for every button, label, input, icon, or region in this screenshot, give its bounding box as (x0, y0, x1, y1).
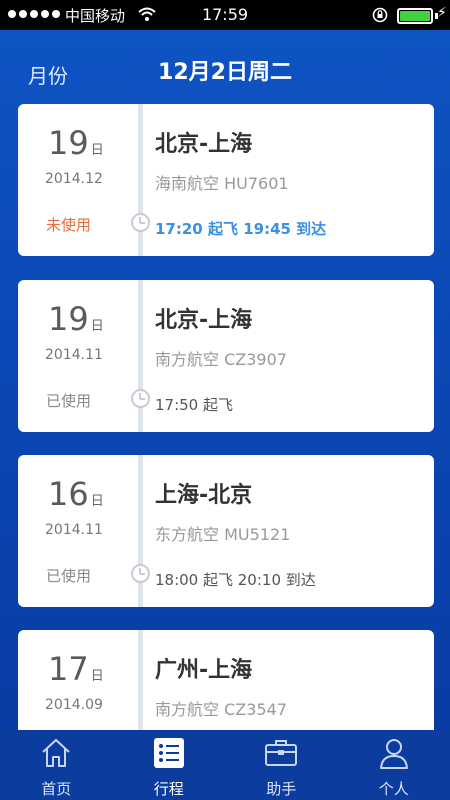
briefcase-icon (263, 735, 299, 771)
trip-year-month: 2014.11 (45, 522, 103, 538)
trip-day: 19 日 (48, 124, 104, 162)
trip-flight: 东方航空 MU5121 (155, 525, 291, 544)
home-icon (38, 735, 74, 771)
timeline-line (138, 455, 143, 607)
itinerary-icon (151, 735, 187, 771)
trip-card[interactable]: 19 日 2014.12 未使用 北京-上海 海南航空 HU7601 17:20 … (18, 104, 434, 256)
trip-flight: 海南航空 HU7601 (155, 174, 289, 193)
trip-day: 19 日 (48, 300, 104, 338)
trip-day: 16 日 (48, 475, 104, 513)
charging-icon: ⚡ (437, 5, 447, 21)
trip-route: 上海-北京 (155, 483, 253, 508)
trip-flight: 南方航空 CZ3547 (155, 700, 287, 719)
user-icon (376, 735, 412, 771)
trip-times: 17:50 起飞 (155, 396, 233, 414)
clock-icon (131, 389, 150, 408)
tab-profile-label: 个人 (378, 780, 409, 798)
rotation-lock-icon (372, 7, 388, 27)
tab-assistant[interactable]: 助手 (225, 730, 338, 800)
trip-list[interactable]: 19 日 2014.12 未使用 北京-上海 海南航空 HU7601 17:20 … (0, 104, 450, 730)
trip-status: 未使用 (46, 216, 92, 234)
trip-card[interactable]: 19 日 2014.11 已使用 北京-上海 南方航空 CZ3907 17:50 … (18, 280, 434, 432)
trip-times: 17:20 起飞 19:45 到达 (155, 220, 327, 238)
tab-home[interactable]: 首页 (0, 730, 113, 800)
trip-route: 北京-上海 (155, 308, 253, 333)
trip-year-month: 2014.09 (45, 697, 103, 713)
tab-itinerary-label: 行程 (153, 780, 184, 798)
trip-year-month: 2014.11 (45, 347, 103, 363)
tab-assistant-label: 助手 (266, 780, 297, 798)
timeline-line (138, 630, 143, 730)
nav-bar: 月份 12月2日周二 (0, 30, 450, 104)
trip-status: 已使用 (46, 567, 92, 585)
tab-itinerary[interactable]: 行程 (113, 730, 226, 800)
trip-route: 北京-上海 (155, 132, 253, 157)
trip-year-month: 2014.12 (45, 171, 103, 187)
tab-profile[interactable]: 个人 (338, 730, 450, 800)
status-bar: 中国移动 17:59 ⚡ (0, 0, 450, 30)
trip-times: 18:00 起飞 20:10 到达 (155, 571, 316, 589)
page-title: 12月2日周二 (158, 60, 292, 85)
trip-card[interactable]: 17 日 2014.09 广州-上海 南方航空 CZ3547 (18, 630, 434, 730)
trip-route: 广州-上海 (155, 658, 253, 683)
timeline-line (138, 104, 143, 256)
tab-bar: 首页 行程 助手 个人 (0, 730, 450, 800)
clock-icon (131, 564, 150, 583)
battery-icon (397, 8, 433, 24)
trip-status: 已使用 (46, 392, 92, 410)
timeline-line (138, 280, 143, 432)
clock-icon (131, 213, 150, 232)
trip-flight: 南方航空 CZ3907 (155, 350, 287, 369)
trip-card[interactable]: 16 日 2014.11 已使用 上海-北京 东方航空 MU5121 18:00 … (18, 455, 434, 607)
tab-home-label: 首页 (41, 780, 72, 798)
trip-day: 17 日 (48, 650, 104, 688)
